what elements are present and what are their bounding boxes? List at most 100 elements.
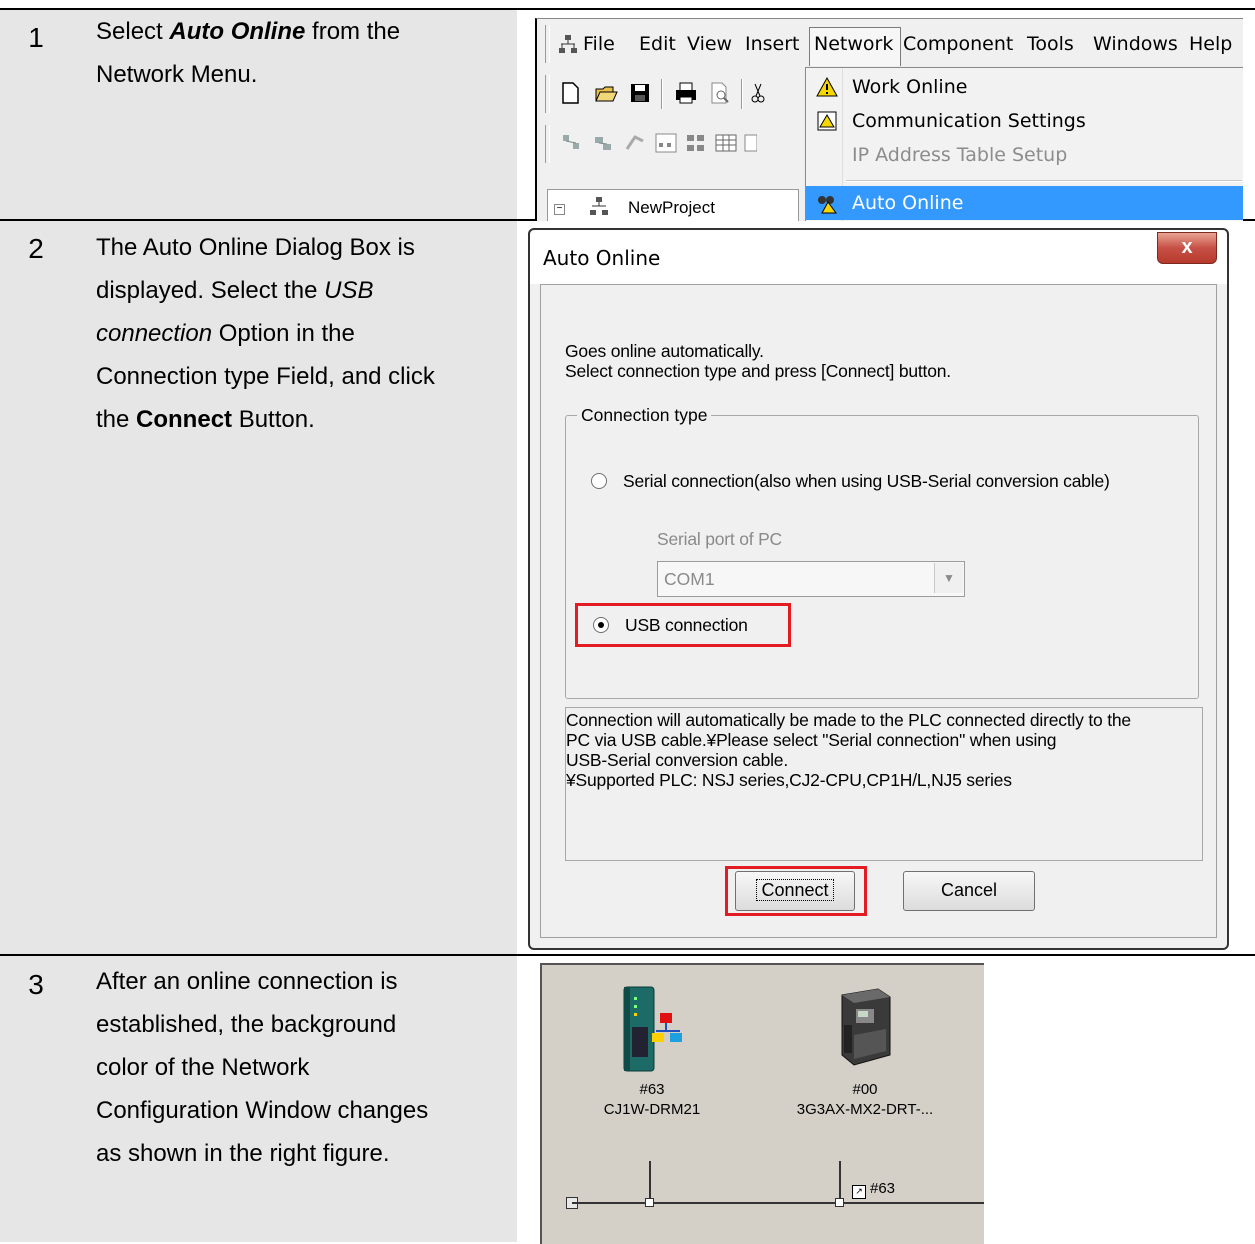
device-table-icon[interactable] <box>683 129 709 157</box>
link-label-text: #63 <box>870 1180 896 1197</box>
menu-item-work-online[interactable]: Work Online <box>806 70 1243 104</box>
network-bus-line <box>572 1202 984 1204</box>
usb-connection-radio[interactable] <box>593 617 609 633</box>
menu-help[interactable]: Help <box>1189 33 1232 55</box>
network-upload-icon[interactable] <box>591 129 617 157</box>
menu-network[interactable]: Network <box>814 33 893 55</box>
link-icon: ↗ <box>852 1185 866 1199</box>
step-2-italic: connection <box>96 320 213 347</box>
network-app-icon <box>559 35 577 53</box>
serial-port-value: COM1 <box>664 569 715 589</box>
save-icon[interactable] <box>627 79 653 107</box>
network-config-window: #63 CJ1W-DRM21 #00 3G3AX-MX2-DRT-... ↗ #6… <box>540 963 984 1244</box>
serial-connection-radio[interactable] <box>591 473 607 489</box>
menu-view[interactable]: View <box>687 33 732 55</box>
step-2-line: The Auto Online Dialog Box is <box>96 234 415 261</box>
connection-type-label: Connection type <box>577 405 712 426</box>
serial-port-label: Serial port of PC <box>657 529 782 549</box>
print-icon[interactable] <box>673 79 699 107</box>
step-2-line: connection Option in the <box>96 312 506 355</box>
toolbar-separator <box>661 79 663 109</box>
connect-button[interactable]: Connect <box>735 871 855 911</box>
dialog-body: Goes online automatically. Select connec… <box>540 284 1217 938</box>
menu-edit[interactable]: Edit <box>639 33 676 55</box>
param-tool-icon[interactable] <box>743 129 757 157</box>
info-line: PC via USB cable.¥Please select "Serial … <box>566 730 1057 750</box>
comm-settings-icon <box>817 111 837 131</box>
step-2-text: The Auto Online Dialog Box is displayed.… <box>96 226 506 441</box>
info-line: USB-Serial conversion cable. <box>566 750 789 770</box>
device-list-icon[interactable] <box>653 129 679 157</box>
usb-connection-label[interactable]: USB connection <box>625 615 748 636</box>
cut-icon[interactable] <box>751 79 765 107</box>
menu-windows[interactable]: Windows <box>1093 33 1178 55</box>
menu-separator <box>846 180 1242 182</box>
step-number: 1 <box>28 22 44 53</box>
step-2-text-part: displayed. Select the <box>96 277 325 304</box>
connect-button-label: Connect <box>756 879 834 901</box>
print-preview-icon[interactable] <box>707 79 733 107</box>
menu-tools[interactable]: Tools <box>1027 33 1074 55</box>
menu-bar: File Edit View Insert Network Component … <box>537 19 1243 69</box>
toolbar-grip <box>545 75 550 113</box>
info-line: ¥Supported PLC: NSJ series,CJ2-CPU,CP1H/… <box>566 770 1012 790</box>
info-line: Connection will automatically be made to… <box>566 710 1131 730</box>
dialog-title: Auto Online <box>543 246 661 270</box>
toolbar-separator <box>741 79 743 109</box>
bus-joint <box>835 1198 844 1207</box>
network-tool-icon[interactable] <box>559 129 585 157</box>
step-1-text: Select Auto Online from the Network Menu… <box>96 10 486 96</box>
menu-file[interactable]: File <box>583 33 615 55</box>
step-number: 3 <box>28 969 44 1000</box>
auto-online-icon <box>818 196 837 214</box>
connection-type-group <box>565 415 1199 699</box>
tree-item-project[interactable]: NewProject <box>628 198 715 218</box>
master-unit-icon[interactable] <box>620 983 684 1075</box>
menu-item-ip-address-table-setup: IP Address Table Setup <box>806 138 1243 172</box>
step-1-text-a: Select <box>96 18 170 45</box>
menu-item-auto-online[interactable]: Auto Online <box>806 186 1243 220</box>
master-drop-line <box>649 1161 651 1203</box>
menu-screenshot: File Edit View Insert Network Component … <box>535 18 1243 221</box>
toolbar-grip <box>545 125 550 163</box>
menu-component[interactable]: Component <box>903 33 1013 55</box>
dialog-intro-line: Select connection type and press [Connec… <box>565 361 951 381</box>
open-folder-icon[interactable] <box>593 79 619 107</box>
menu-item-label: Communication Settings <box>852 110 1086 132</box>
serial-connection-label[interactable]: Serial connection(also when using USB-Se… <box>623 471 1110 492</box>
step-2-text-part: the <box>96 406 137 433</box>
step-3-line: After an online connection is <box>96 968 398 995</box>
step-3-text: After an online connection is establishe… <box>96 960 506 1175</box>
step-2-italic: USB <box>324 277 374 304</box>
warning-icon <box>816 76 838 97</box>
serial-port-select: COM1 ▼ <box>657 561 965 597</box>
step-3-line: Configuration Window changes <box>96 1097 429 1124</box>
step-1-emphasis: Auto Online <box>169 18 306 45</box>
node-address: #00 <box>852 1081 878 1098</box>
menu-item-communication-settings[interactable]: Communication Settings <box>806 104 1243 138</box>
network-toolbar <box>537 121 817 167</box>
close-icon: x <box>1181 236 1193 258</box>
network-dropdown-menu: Work Online Communication Settings IP Ad… <box>805 67 1243 221</box>
grid-icon[interactable] <box>713 129 739 157</box>
project-tree: − NewProject <box>547 189 799 221</box>
close-button[interactable]: x <box>1157 232 1217 264</box>
auto-online-dialog: Auto Online x Goes online automatically.… <box>528 228 1229 950</box>
step-2-line: displayed. Select the USB <box>96 269 506 312</box>
monitor-tool-icon[interactable] <box>623 129 649 157</box>
menu-item-label: Work Online <box>852 76 968 98</box>
menu-insert[interactable]: Insert <box>745 33 800 55</box>
tree-collapse-toggle[interactable]: − <box>554 204 565 215</box>
step-2-text-part: Button. <box>232 406 315 433</box>
step-2-line: the Connect Button. <box>96 398 506 441</box>
slave-unit-icon[interactable] <box>832 985 896 1075</box>
node-address: #63 <box>639 1081 665 1098</box>
info-text-box: Connection will automatically be made to… <box>565 707 1203 861</box>
cancel-button[interactable]: Cancel <box>903 871 1035 911</box>
step-2-bold: Connect <box>136 406 233 433</box>
chevron-down-icon: ▼ <box>934 563 963 593</box>
node-name: CJ1W-DRM21 <box>603 1101 701 1118</box>
bus-joint <box>645 1198 654 1207</box>
new-file-icon[interactable] <box>557 79 583 107</box>
toolbar-grip <box>545 25 550 63</box>
